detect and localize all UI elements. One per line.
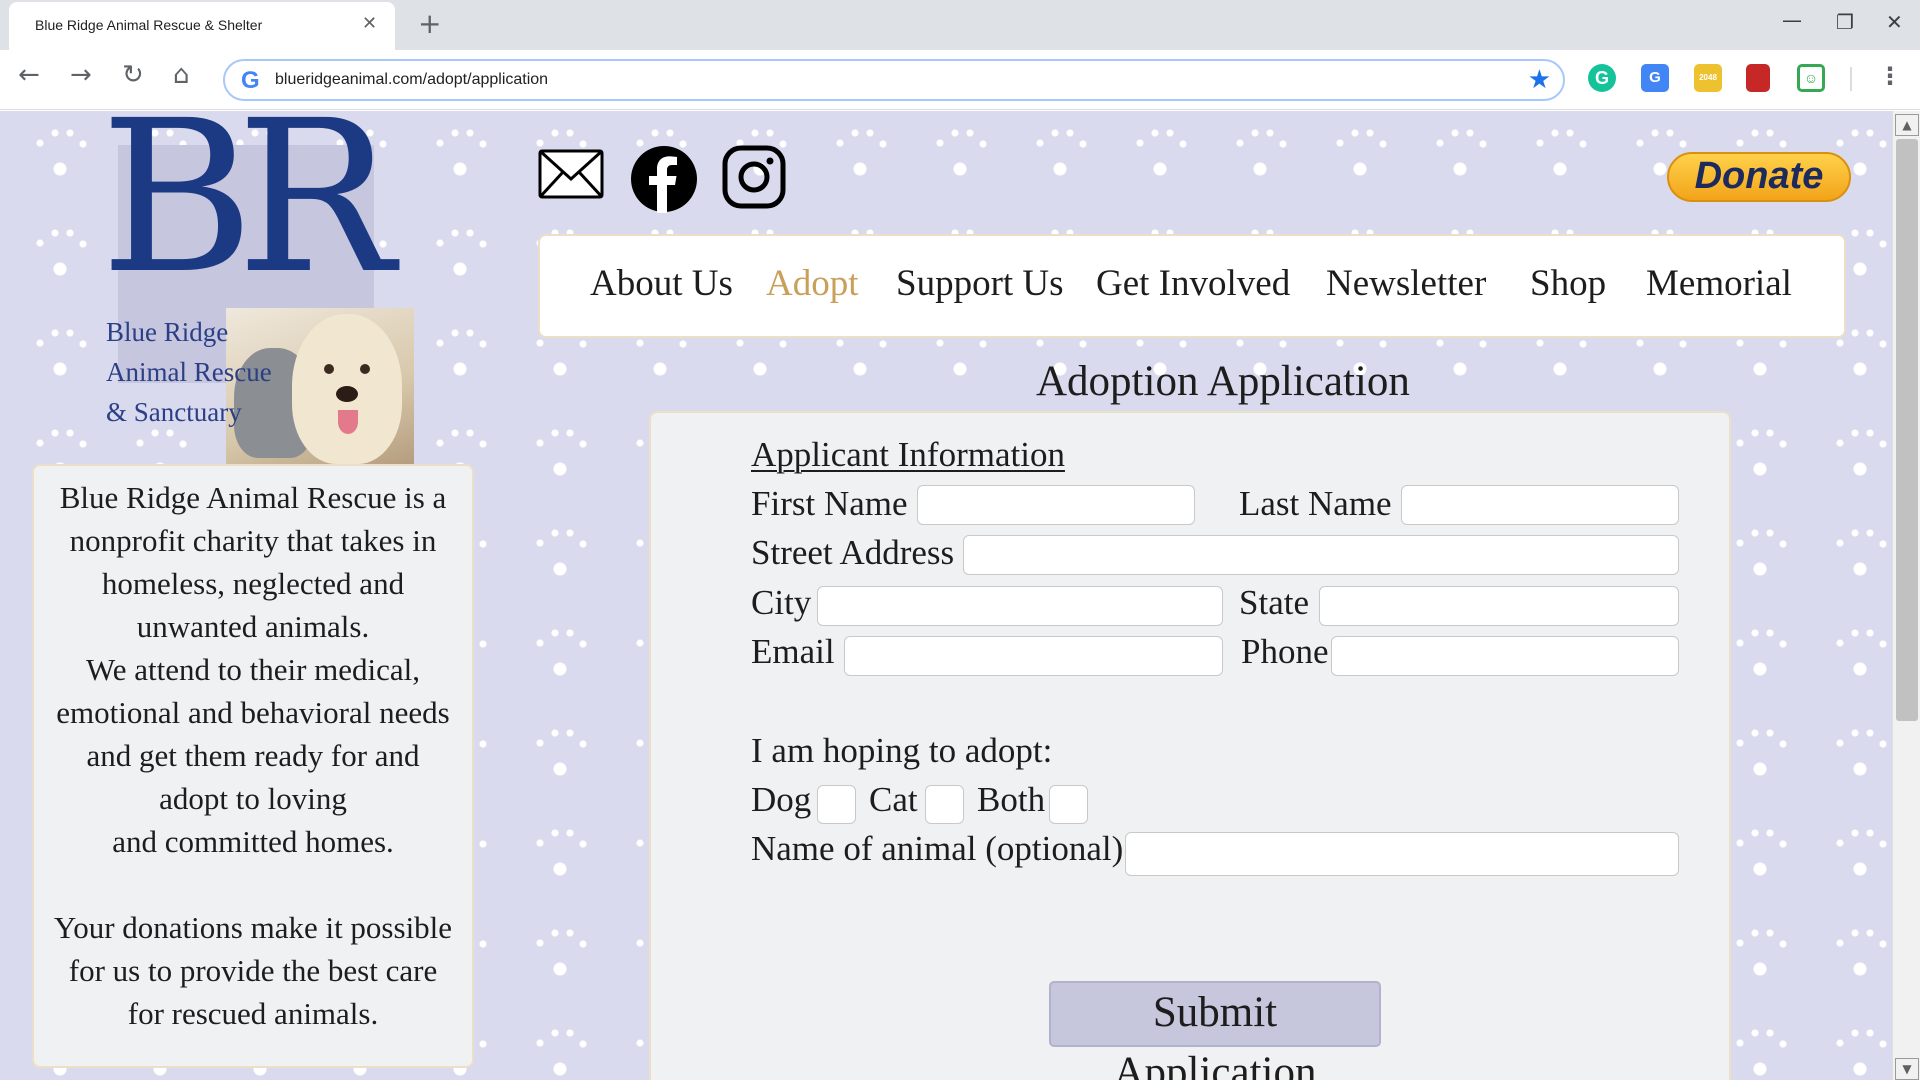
dog-label: Dog [751,780,812,819]
about-card: Blue Ridge Animal Rescue is a nonprofit … [32,464,474,1068]
logo-line: Animal Rescue [106,357,272,387]
nav-about-us[interactable]: About Us [590,262,733,305]
scrollbar-thumb[interactable] [1896,139,1918,721]
logo-line: Blue Ridge [106,317,229,347]
toolbar-divider [1850,67,1852,91]
dog-nose [336,386,358,402]
both-label: Both [977,780,1046,819]
about-text: Blue Ridge Animal Rescue is a nonprofit … [56,480,450,859]
vertical-scrollbar[interactable]: ▲ ▼ [1892,111,1920,1080]
game-2048-icon[interactable]: 2048 [1694,64,1722,92]
first-name-field[interactable] [917,485,1195,525]
animal-name-field[interactable] [1125,832,1679,876]
google-translate-icon[interactable]: G [1641,64,1669,92]
adoption-form: Applicant Information First Name Last Na… [649,411,1731,1080]
email-field[interactable] [844,636,1223,676]
instagram-icon[interactable] [722,145,786,209]
adopt-preference-label: I am hoping to adopt: [751,731,1053,770]
state-label: State [1239,583,1309,622]
section-heading: Applicant Information [751,435,1065,474]
street-address-label: Street Address [751,533,955,572]
browser-menu-icon[interactable]: ⋮ [1878,62,1902,90]
mail-icon[interactable] [538,149,604,199]
back-icon[interactable]: ← [18,60,40,90]
last-name-label: Last Name [1239,484,1392,523]
grammarly-icon[interactable]: G [1588,64,1616,92]
street-address-field[interactable] [963,535,1679,575]
tab-close-icon[interactable]: ✕ [362,13,377,34]
dog-eye [324,364,334,374]
google-icon: G [241,67,260,94]
book-icon[interactable] [1746,64,1770,92]
minimize-icon[interactable]: — [1782,8,1802,32]
page-title: Adoption Application [1036,358,1410,405]
city-field[interactable] [817,586,1223,626]
tab-title: Blue Ridge Animal Rescue & Shelter [35,17,263,33]
dog-eye [360,364,370,374]
forward-icon[interactable]: → [70,60,92,90]
phone-label: Phone [1241,632,1329,671]
new-tab-icon[interactable]: + [418,7,441,40]
donation-text: Your donations make it possible for us t… [53,910,453,1031]
donate-button[interactable]: Donate [1667,152,1851,202]
nav-newsletter[interactable]: Newsletter [1326,262,1486,305]
reload-icon[interactable]: ↻ [122,60,144,90]
dog-tongue [338,410,358,434]
nav-memorial[interactable]: Memorial [1646,262,1792,305]
dog-checkbox[interactable] [817,785,856,824]
logo-letters: BR [100,111,394,320]
site-logo[interactable]: BR Blue Ridge Animal Rescue & Sanctuary [100,111,420,464]
dog-image [292,314,402,464]
nav-get-involved[interactable]: Get Involved [1096,262,1290,305]
home-icon[interactable]: ⌂ [173,60,190,90]
last-name-field[interactable] [1401,485,1679,525]
maximize-icon[interactable]: ❐ [1836,10,1854,34]
cat-label: Cat [869,780,918,819]
both-checkbox[interactable] [1049,785,1088,824]
bookmark-star-icon[interactable]: ★ [1528,65,1551,95]
address-bar[interactable]: G blueridgeanimal.com/adopt/application … [223,59,1565,101]
nav-adopt[interactable]: Adopt [766,262,859,305]
logo-line: & Sanctuary [106,397,242,427]
state-field[interactable] [1319,586,1679,626]
browser-tab[interactable]: Blue Ridge Animal Rescue & Shelter ✕ [9,2,395,50]
email-label: Email [751,632,835,671]
cat-checkbox[interactable] [925,785,964,824]
scroll-down-icon[interactable]: ▼ [1895,1058,1919,1080]
city-label: City [751,583,812,622]
phone-field[interactable] [1331,636,1679,676]
submit-application-button[interactable]: Submit Application [1049,981,1381,1080]
browser-tab-strip: Blue Ridge Animal Rescue & Shelter ✕ + —… [0,0,1920,50]
scroll-up-icon[interactable]: ▲ [1895,114,1919,136]
first-name-label: First Name [751,484,908,523]
url-text[interactable]: blueridgeanimal.com/adopt/application [275,71,548,89]
page-viewport: BR Blue Ridge Animal Rescue & Sanctuary … [0,111,1892,1080]
close-window-icon[interactable]: ✕ [1886,10,1903,34]
nav-support-us[interactable]: Support Us [896,262,1064,305]
browser-toolbar: ← → ↻ ⌂ G blueridgeanimal.com/adopt/appl… [0,50,1920,110]
facebook-icon[interactable] [630,145,698,213]
nav-shop[interactable]: Shop [1530,262,1606,305]
main-nav: About Us Adopt Support Us Get Involved N… [538,234,1846,338]
green-extension-icon[interactable]: ☺ [1797,64,1825,92]
animal-name-label: Name of animal (optional) [751,829,1124,868]
